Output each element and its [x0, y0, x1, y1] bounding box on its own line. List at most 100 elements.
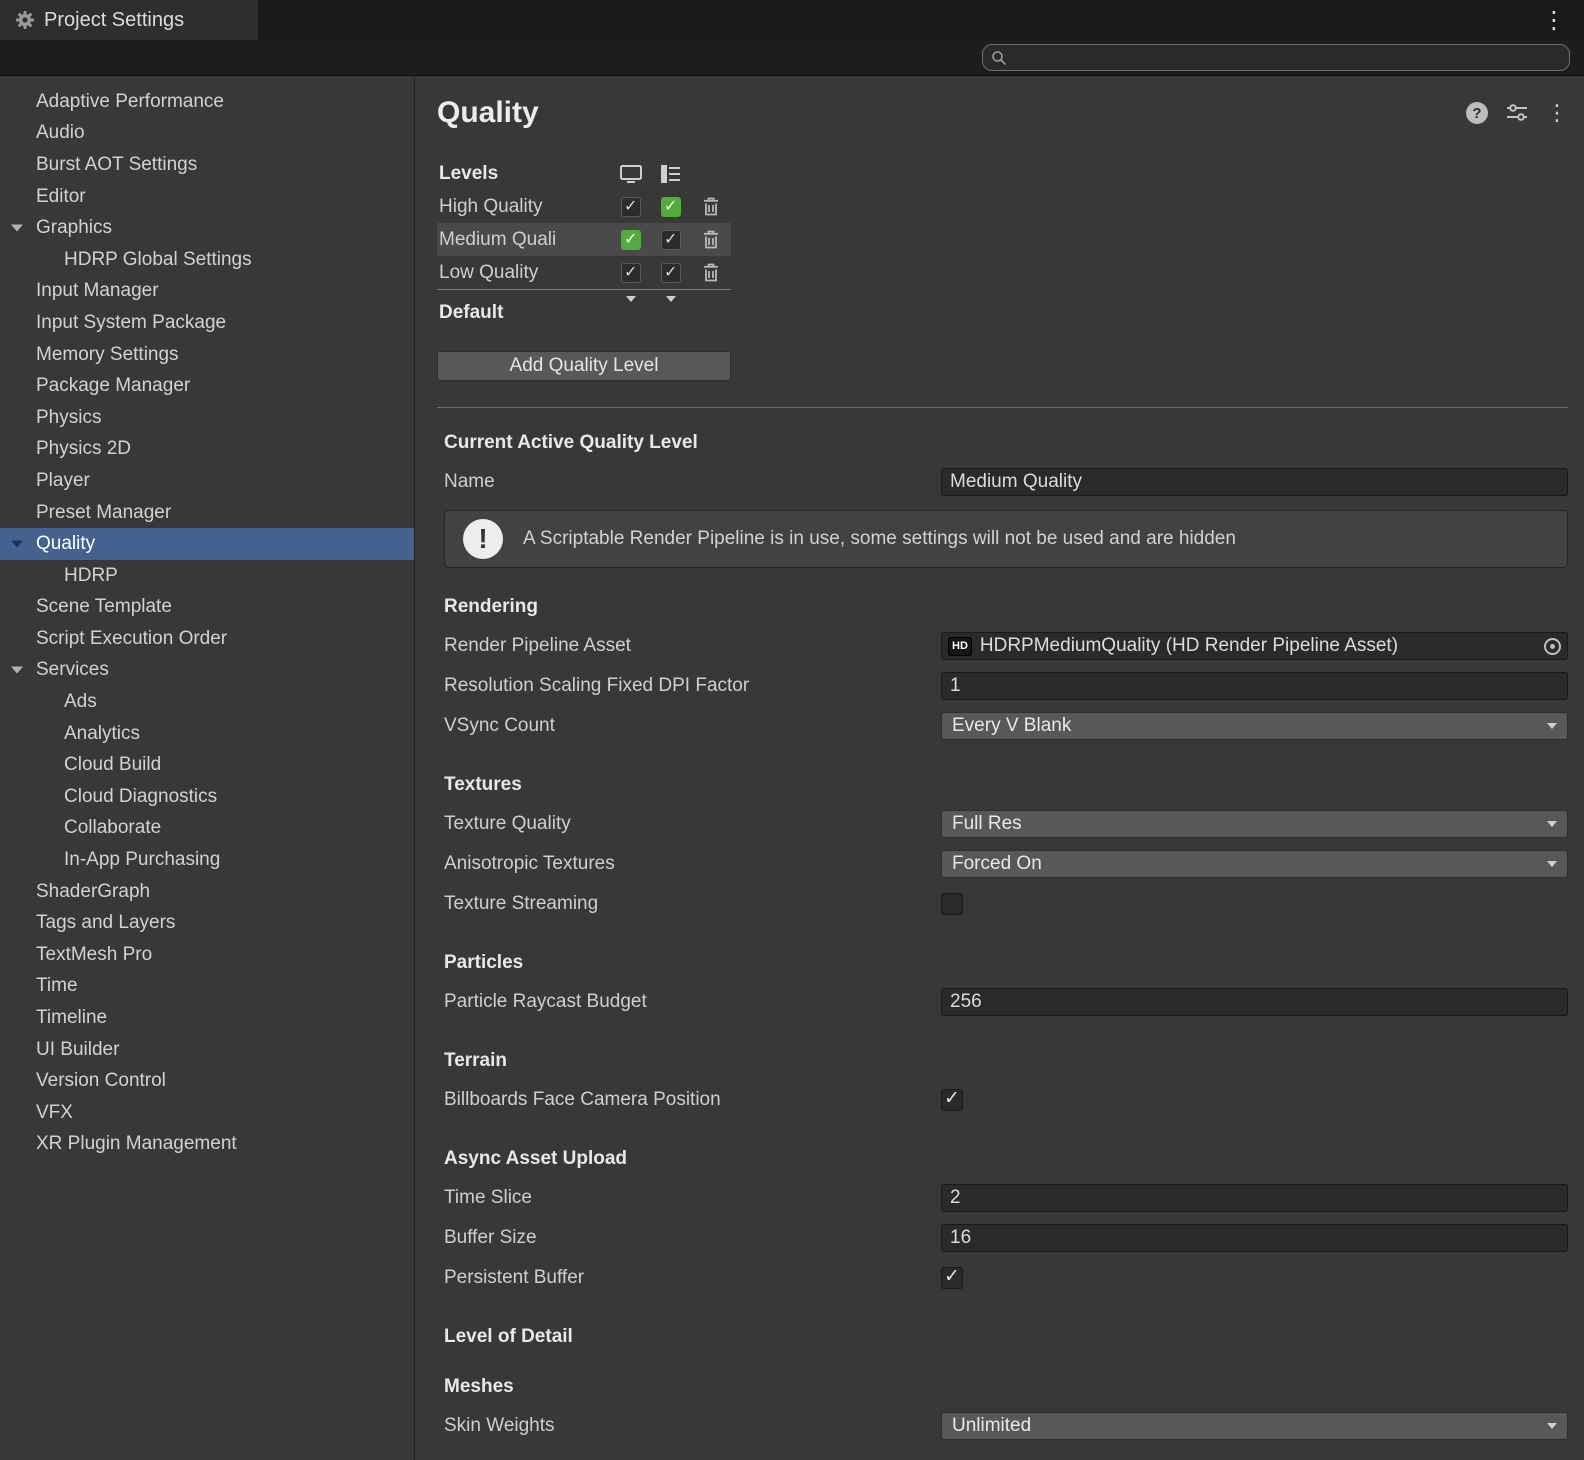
- sidebar-item-ads[interactable]: Ads: [0, 686, 414, 718]
- sidebar-item-cloud-diagnostics[interactable]: Cloud Diagnostics: [0, 781, 414, 813]
- trash-icon[interactable]: [703, 197, 719, 216]
- time-slice-field[interactable]: [941, 1184, 1568, 1212]
- object-picker-icon[interactable]: [1544, 638, 1561, 655]
- texture-streaming-checkbox[interactable]: [941, 893, 963, 915]
- sidebar-item-cloud-build[interactable]: Cloud Build: [0, 749, 414, 781]
- sidebar-item-version-control[interactable]: Version Control: [0, 1065, 414, 1097]
- sidebar-item-physics-2d[interactable]: Physics 2D: [0, 434, 414, 466]
- level-checkbox-current[interactable]: [661, 197, 681, 217]
- search-icon: [991, 50, 1007, 66]
- sidebar-item-player[interactable]: Player: [0, 465, 414, 497]
- sidebar-item-collaborate[interactable]: Collaborate: [0, 813, 414, 845]
- default-quality-dropdown[interactable]: [626, 302, 636, 324]
- info-icon: !: [463, 519, 503, 559]
- sidebar-item-editor[interactable]: Editor: [0, 181, 414, 213]
- level-checkbox[interactable]: [661, 263, 681, 283]
- sidebar-item-services[interactable]: Services: [0, 655, 414, 687]
- sidebar-item-burst-aot-settings[interactable]: Burst AOT Settings: [0, 149, 414, 181]
- sidebar-item-hdrp-global-settings[interactable]: HDRP Global Settings: [0, 244, 414, 276]
- srp-warning-box: ! A Scriptable Render Pipeline is in use…: [444, 510, 1568, 568]
- gear-icon: [15, 10, 35, 30]
- quality-level-row-high[interactable]: High Quality: [437, 190, 731, 223]
- sidebar-item-quality[interactable]: Quality: [0, 528, 414, 560]
- sidebar-item-audio[interactable]: Audio: [0, 118, 414, 150]
- sidebar-item-timeline[interactable]: Timeline: [0, 1002, 414, 1034]
- level-checkbox[interactable]: [661, 230, 681, 250]
- sidebar-item-ui-builder[interactable]: UI Builder: [0, 1034, 414, 1066]
- add-quality-level-button[interactable]: Add Quality Level: [437, 351, 731, 381]
- sidebar-item-in-app-purchasing[interactable]: In-App Purchasing: [0, 844, 414, 876]
- vsync-count-dropdown[interactable]: Every V Blank: [941, 712, 1568, 740]
- sidebar-item-tags-and-layers[interactable]: Tags and Layers: [0, 907, 414, 939]
- sidebar-item-adaptive-performance[interactable]: Adaptive Performance: [0, 86, 414, 118]
- persistent-buffer-checkbox[interactable]: [941, 1267, 963, 1289]
- textures-heading: Textures: [444, 774, 1568, 796]
- help-icon[interactable]: ?: [1466, 102, 1488, 124]
- sidebar-item-vfx[interactable]: VFX: [0, 1097, 414, 1129]
- dropdown-arrow-icon: [1547, 861, 1557, 867]
- levels-header: Levels: [437, 158, 1568, 190]
- sidebar-item-hdrp[interactable]: HDRP: [0, 560, 414, 592]
- presets-icon[interactable]: [1506, 104, 1528, 122]
- render-pipeline-asset-field[interactable]: HD HDRPMediumQuality (HD Render Pipeline…: [941, 632, 1568, 660]
- level-of-detail-heading: Level of Detail: [444, 1326, 1568, 1348]
- level-checkbox-current[interactable]: [621, 230, 641, 250]
- rendering-heading: Rendering: [444, 596, 1568, 618]
- skin-weights-label: Skin Weights: [444, 1415, 941, 1437]
- buffer-size-field[interactable]: [941, 1224, 1568, 1252]
- foldout-arrow-icon[interactable]: [11, 667, 23, 674]
- particles-heading: Particles: [444, 952, 1568, 974]
- sidebar-item-scene-template[interactable]: Scene Template: [0, 592, 414, 624]
- persistent-buffer-label: Persistent Buffer: [444, 1267, 941, 1289]
- sidebar-item-shadergraph[interactable]: ShaderGraph: [0, 876, 414, 908]
- foldout-arrow-icon[interactable]: [11, 225, 23, 232]
- quality-level-row-low[interactable]: Low Quality: [437, 256, 731, 289]
- billboards-face-camera-checkbox[interactable]: [941, 1089, 963, 1111]
- search-field[interactable]: [982, 44, 1570, 71]
- tab-project-settings[interactable]: Project Settings: [0, 0, 258, 40]
- sidebar-item-graphics[interactable]: Graphics: [0, 212, 414, 244]
- quality-name-field[interactable]: [941, 468, 1568, 496]
- trash-icon[interactable]: [703, 230, 719, 249]
- sidebar-item-physics[interactable]: Physics: [0, 402, 414, 434]
- dpi-factor-label: Resolution Scaling Fixed DPI Factor: [444, 675, 941, 697]
- srp-warning-text: A Scriptable Render Pipeline is in use, …: [523, 528, 1236, 550]
- dropdown-arrow-icon: [1547, 821, 1557, 827]
- sidebar-item-preset-manager[interactable]: Preset Manager: [0, 497, 414, 529]
- sidebar-item-time[interactable]: Time: [0, 971, 414, 1003]
- particle-raycast-budget-field[interactable]: [941, 988, 1568, 1016]
- tab-title: Project Settings: [44, 9, 184, 32]
- trash-icon[interactable]: [703, 263, 719, 282]
- sidebar-item-textmesh-pro[interactable]: TextMesh Pro: [0, 939, 414, 971]
- page-title: Quality: [437, 96, 539, 130]
- quality-level-row-medium[interactable]: Medium Quali: [437, 223, 731, 256]
- dropdown-arrow-icon: [666, 296, 676, 323]
- search-input[interactable]: [1013, 47, 1561, 69]
- default-quality-dropdown[interactable]: [666, 302, 676, 324]
- quality-levels-table: High Quality Medium Quali: [437, 190, 731, 290]
- default-label: Default: [437, 302, 611, 324]
- async-asset-upload-heading: Async Asset Upload: [444, 1148, 1568, 1170]
- anisotropic-textures-dropdown[interactable]: Forced On: [941, 850, 1568, 878]
- sidebar-item-script-execution-order[interactable]: Script Execution Order: [0, 623, 414, 655]
- dpi-factor-field[interactable]: [941, 672, 1568, 700]
- platform-levels-icon: [661, 165, 681, 183]
- meshes-heading: Meshes: [444, 1376, 1568, 1398]
- particle-raycast-budget-label: Particle Raycast Budget: [444, 991, 941, 1013]
- foldout-arrow-icon[interactable]: [11, 541, 23, 548]
- level-checkbox[interactable]: [621, 197, 641, 217]
- sidebar-item-xr-plugin-management[interactable]: XR Plugin Management: [0, 1129, 414, 1161]
- panel-menu-icon[interactable]: ⋮: [1546, 100, 1568, 126]
- window-menu-icon[interactable]: ⋮: [1524, 0, 1584, 40]
- billboards-face-camera-label: Billboards Face Camera Position: [444, 1089, 941, 1111]
- sidebar-item-memory-settings[interactable]: Memory Settings: [0, 339, 414, 371]
- texture-streaming-label: Texture Streaming: [444, 893, 941, 915]
- sidebar-item-input-manager[interactable]: Input Manager: [0, 276, 414, 308]
- level-checkbox[interactable]: [621, 263, 641, 283]
- sidebar-item-input-system-package[interactable]: Input System Package: [0, 307, 414, 339]
- active-quality-heading: Current Active Quality Level: [444, 432, 1568, 454]
- sidebar-item-analytics[interactable]: Analytics: [0, 718, 414, 750]
- texture-quality-dropdown[interactable]: Full Res: [941, 810, 1568, 838]
- sidebar-item-package-manager[interactable]: Package Manager: [0, 370, 414, 402]
- skin-weights-dropdown[interactable]: Unlimited: [941, 1412, 1568, 1440]
